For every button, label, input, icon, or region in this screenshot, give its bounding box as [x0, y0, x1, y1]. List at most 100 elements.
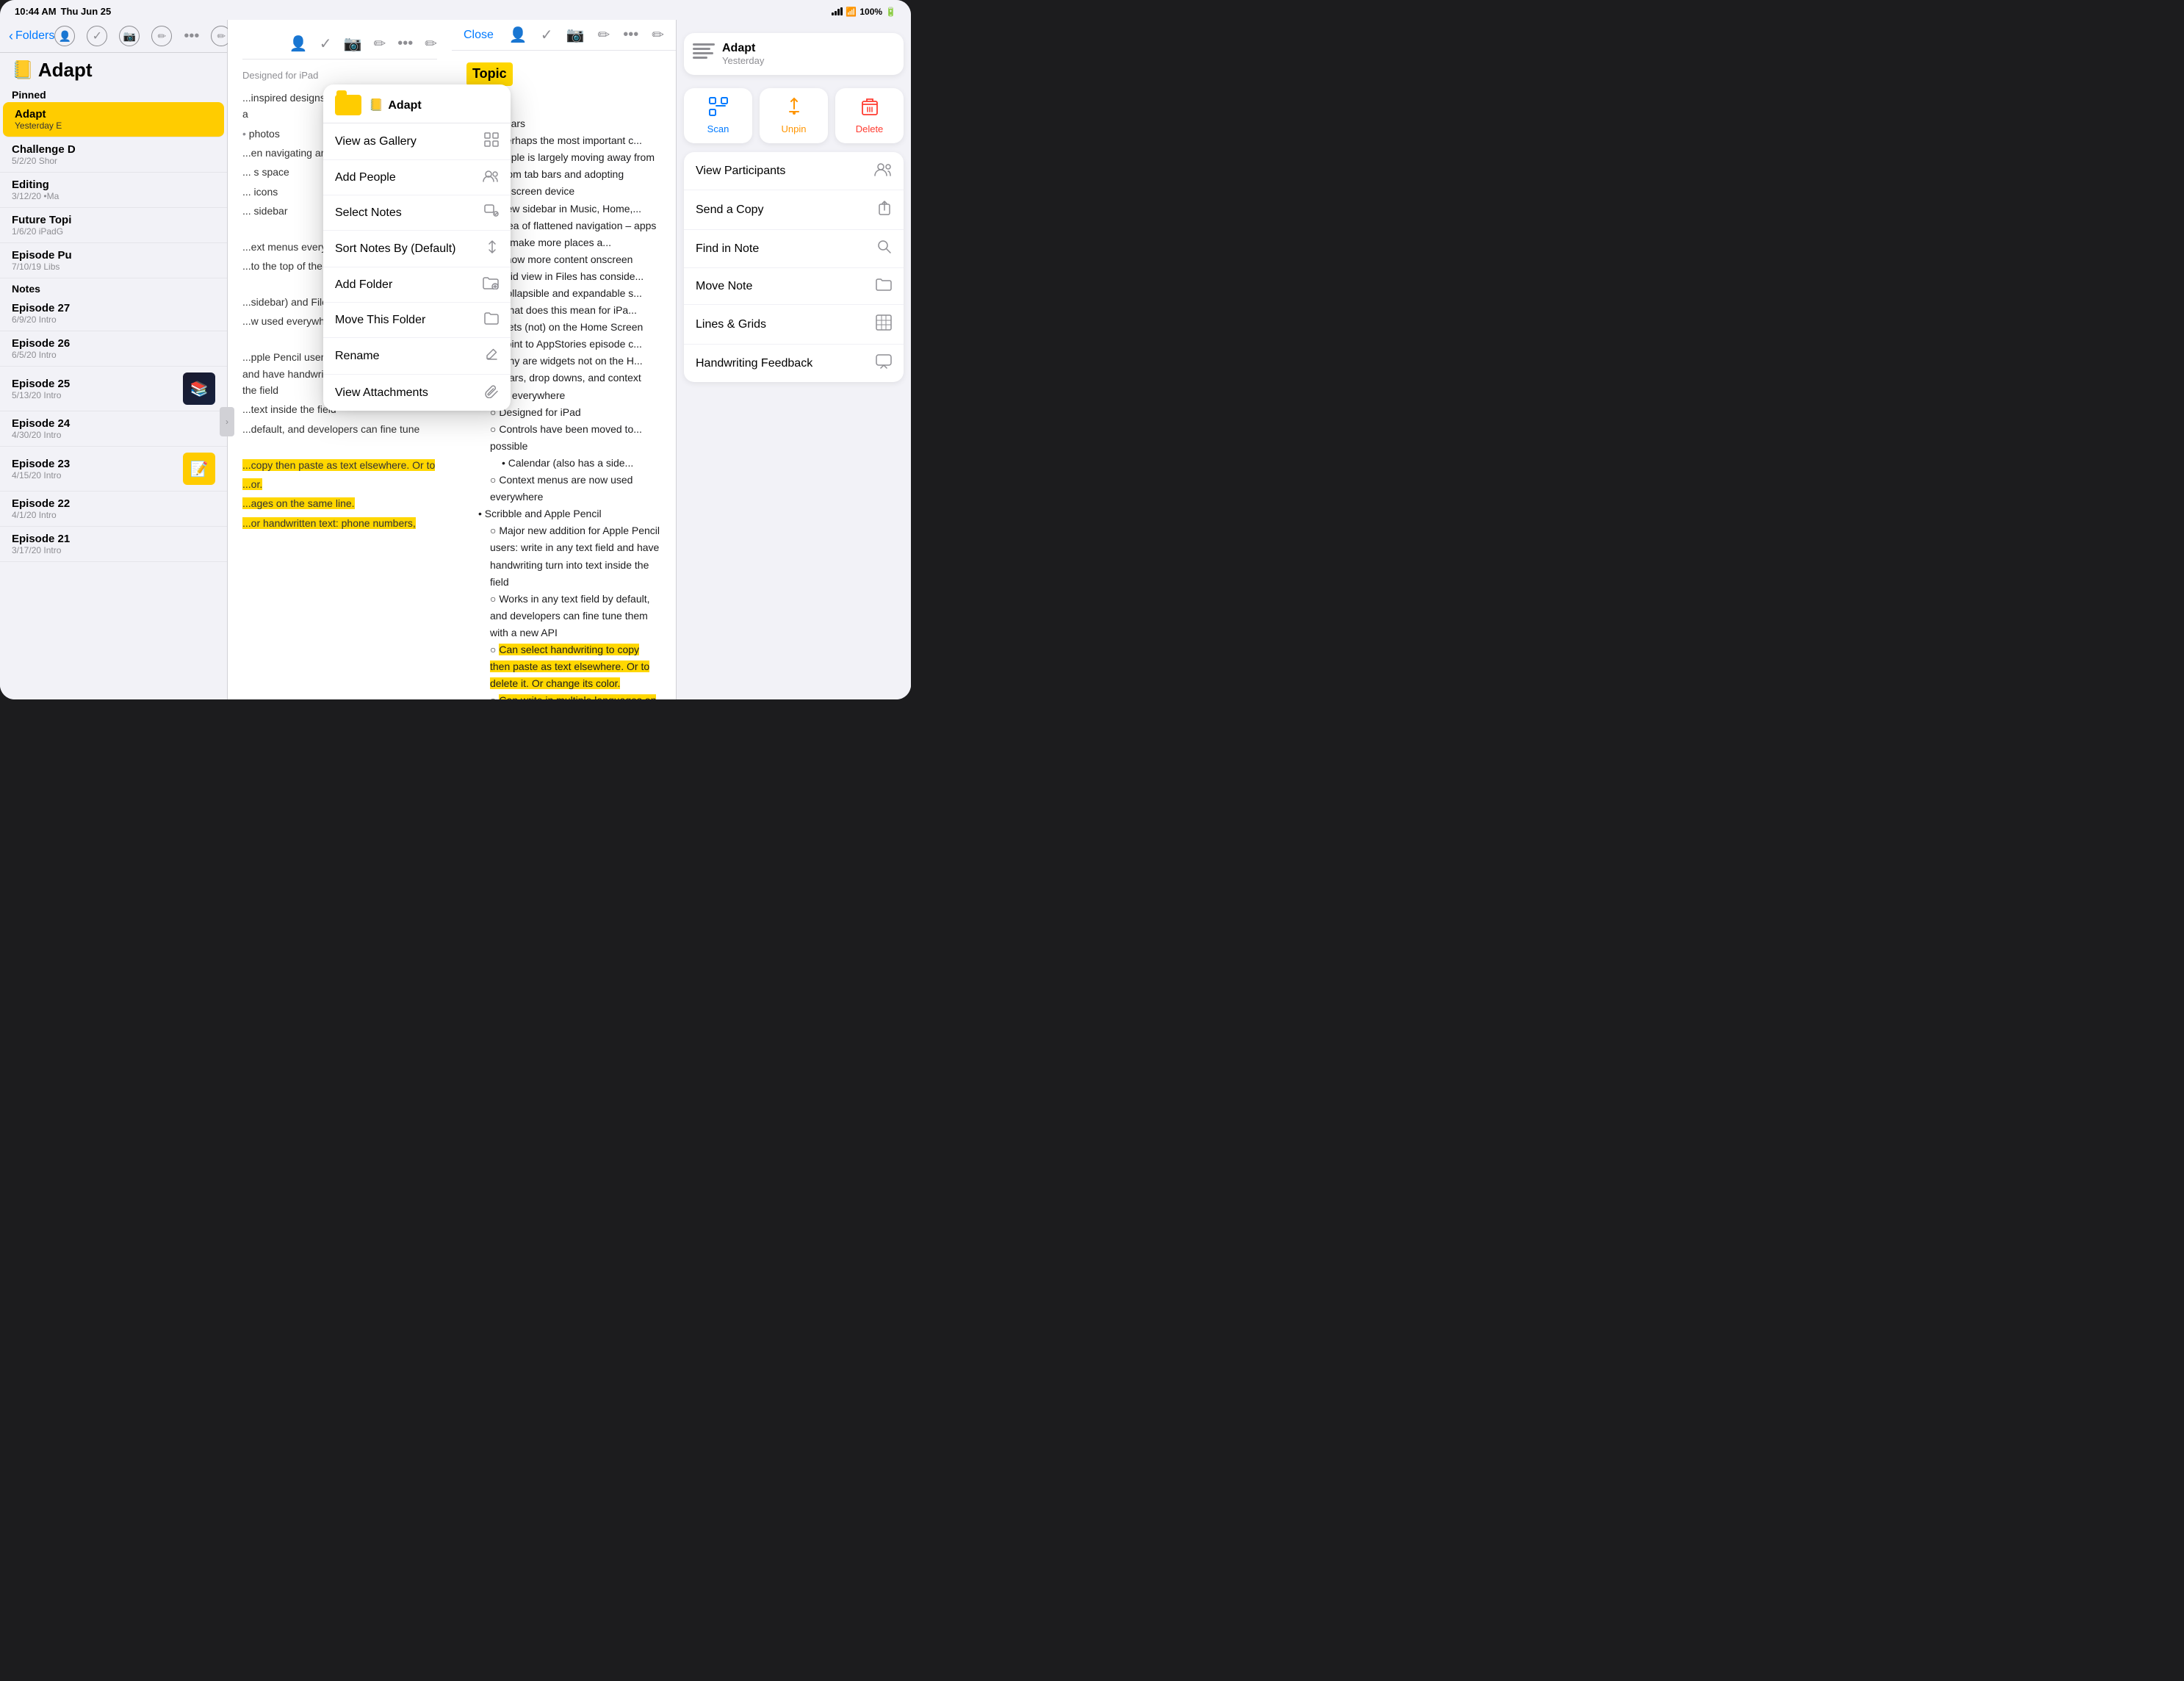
context-menu-item-move-folder[interactable]: Move This Folder: [323, 303, 511, 338]
note-title: Editing: [12, 179, 215, 191]
view-gallery-icon: [484, 132, 499, 151]
note-detail-info: Adapt Yesterday: [722, 42, 895, 66]
more-icon[interactable]: •••: [184, 28, 199, 45]
scan-button[interactable]: Scan: [684, 88, 752, 143]
lines-grids-label: Lines & Grids: [696, 318, 766, 331]
list-item[interactable]: Episode 26 6/5/20 Intro: [0, 331, 227, 367]
pencil-icon-nv[interactable]: ✏: [597, 26, 610, 44]
context-menu-item-view-attachments[interactable]: View Attachments: [323, 375, 511, 411]
main-area: ‹ Folders 👤 ✓ 📷 ✏ ••• ✏ 📒 Adapt Pinned: [0, 20, 911, 699]
note-meta: 5/13/20 Intro: [12, 390, 70, 400]
delete-label: Delete: [856, 123, 884, 134]
note-title: Adapt: [15, 108, 212, 120]
camera-icon-nv[interactable]: 📷: [566, 26, 585, 44]
more-icon-nv[interactable]: •••: [623, 26, 638, 43]
context-menu-item-add-folder[interactable]: Add Folder: [323, 267, 511, 303]
collaborators-icon[interactable]: 👤: [54, 26, 75, 46]
time: 10:44 AM: [15, 6, 57, 17]
checkmark-icon[interactable]: ✓: [87, 26, 107, 46]
unpin-button[interactable]: Unpin: [760, 88, 828, 143]
delete-icon: [862, 97, 878, 120]
note-meta: 3/17/20 Intro: [12, 545, 215, 555]
back-label: Folders: [15, 29, 54, 43]
notes-section-header: Notes: [0, 278, 227, 296]
note-title: Episode Pu: [12, 249, 215, 262]
add-people-label: Add People: [335, 171, 396, 184]
compose-icon-nv[interactable]: ✏: [652, 26, 664, 44]
pinned-section-header: Pinned: [0, 84, 227, 102]
list-item[interactable]: Editing 3/12/20 •Ma: [0, 173, 227, 208]
move-folder-label: Move This Folder: [335, 314, 425, 327]
date: Thu Jun 25: [61, 6, 112, 17]
sort-notes-label: Sort Notes By (Default): [335, 242, 456, 256]
close-button[interactable]: Close: [464, 29, 494, 42]
list-item[interactable]: Adapt Yesterday E: [3, 102, 224, 137]
camera-icon[interactable]: 📷: [119, 26, 140, 46]
note-detail-card-header: Adapt Yesterday: [693, 42, 895, 66]
right-panel: Adapt Yesterday: [676, 20, 911, 699]
context-menu-item-sort-notes[interactable]: Sort Notes By (Default): [323, 231, 511, 267]
list-item[interactable]: Episode 21 3/17/20 Intro: [0, 527, 227, 562]
context-menu-item-rename[interactable]: Rename: [323, 338, 511, 375]
notes-panel: ‹ Folders 👤 ✓ 📷 ✏ ••• ✏ 📒 Adapt Pinned: [0, 20, 228, 699]
compose-icon-mid[interactable]: ✏: [425, 35, 437, 53]
list-item[interactable]: Challenge D 5/2/20 Shor: [0, 137, 227, 173]
list-item[interactable]: Episode 27 6/9/20 Intro: [0, 296, 227, 331]
notes-title-bar: 📒 Adapt: [0, 53, 227, 84]
pencil-icon-mid[interactable]: ✏: [373, 35, 386, 53]
note-title: Episode 24: [12, 417, 215, 430]
context-menu-item-view-gallery[interactable]: View as Gallery: [323, 123, 511, 160]
handwriting-feedback-item[interactable]: Handwriting Feedback: [684, 345, 904, 382]
find-in-note-icon: [877, 240, 892, 258]
note-meta: 6/5/20 Intro: [12, 350, 215, 360]
note-meta: 1/6/20 iPadG: [12, 226, 215, 237]
handwriting-feedback-label: Handwriting Feedback: [696, 357, 812, 370]
delete-button[interactable]: Delete: [835, 88, 904, 143]
send-copy-item[interactable]: Send a Copy: [684, 190, 904, 230]
right-menu-section: View Participants Send a Copy: [684, 152, 904, 382]
list-item[interactable]: Episode 22 4/1/20 Intro: [0, 492, 227, 527]
note-title: Episode 23: [12, 458, 70, 470]
context-menu-item-select-notes[interactable]: Select Notes: [323, 195, 511, 231]
view-gallery-label: View as Gallery: [335, 135, 417, 148]
unpin-label: Unpin: [782, 123, 807, 134]
note-title: Episode 22: [12, 497, 215, 510]
list-item[interactable]: Episode 23 4/15/20 Intro 📝: [0, 447, 227, 492]
note-meta: 4/30/20 Intro: [12, 430, 215, 440]
move-note-item[interactable]: Move Note: [684, 268, 904, 305]
context-menu-title: Adapt: [388, 99, 421, 112]
pencil-icon[interactable]: ✏: [151, 26, 172, 46]
sort-notes-icon: [486, 240, 499, 258]
scan-icon: [709, 97, 728, 120]
note-meta: 6/9/20 Intro: [12, 314, 215, 325]
list-item[interactable]: Episode Pu 7/10/19 Libs: [0, 243, 227, 278]
lines-grids-item[interactable]: Lines & Grids: [684, 305, 904, 345]
checkmark-icon-nv[interactable]: ✓: [541, 26, 553, 44]
unpin-icon: [785, 97, 803, 120]
note-detail-title: Adapt: [722, 42, 895, 55]
camera-icon-mid[interactable]: 📷: [344, 35, 362, 53]
send-copy-label: Send a Copy: [696, 204, 764, 217]
list-item[interactable]: Episode 25 5/13/20 Intro 📚: [0, 367, 227, 411]
back-button[interactable]: ‹ Folders: [9, 29, 54, 44]
note-thumbnail: 📚: [183, 372, 215, 405]
find-in-note-label: Find in Note: [696, 242, 759, 256]
list-item[interactable]: Episode 24 4/30/20 Intro: [0, 411, 227, 447]
find-in-note-item[interactable]: Find in Note: [684, 230, 904, 268]
view-participants-item[interactable]: View Participants: [684, 152, 904, 190]
list-item[interactable]: Future Topi 1/6/20 iPadG: [0, 208, 227, 243]
collapse-handle[interactable]: ›: [220, 407, 234, 436]
context-menu-item-add-people[interactable]: Add People: [323, 160, 511, 195]
note-detail-date: Yesterday: [722, 55, 895, 66]
select-notes-icon: [484, 204, 499, 221]
view-participants-icon: [874, 162, 892, 180]
status-bar-left: 10:44 AM Thu Jun 25: [15, 6, 111, 17]
note-title: Challenge D: [12, 143, 215, 156]
checkmark-icon-mid[interactable]: ✓: [320, 35, 332, 53]
more-icon-mid[interactable]: •••: [397, 35, 413, 52]
collaborators-icon-mid[interactable]: 👤: [289, 35, 308, 53]
add-folder-icon: [483, 276, 499, 293]
collaborators-icon-nv[interactable]: 👤: [509, 26, 527, 44]
view-attachments-icon: [484, 384, 499, 402]
context-menu: 📒 Adapt View as Gallery: [323, 84, 511, 411]
